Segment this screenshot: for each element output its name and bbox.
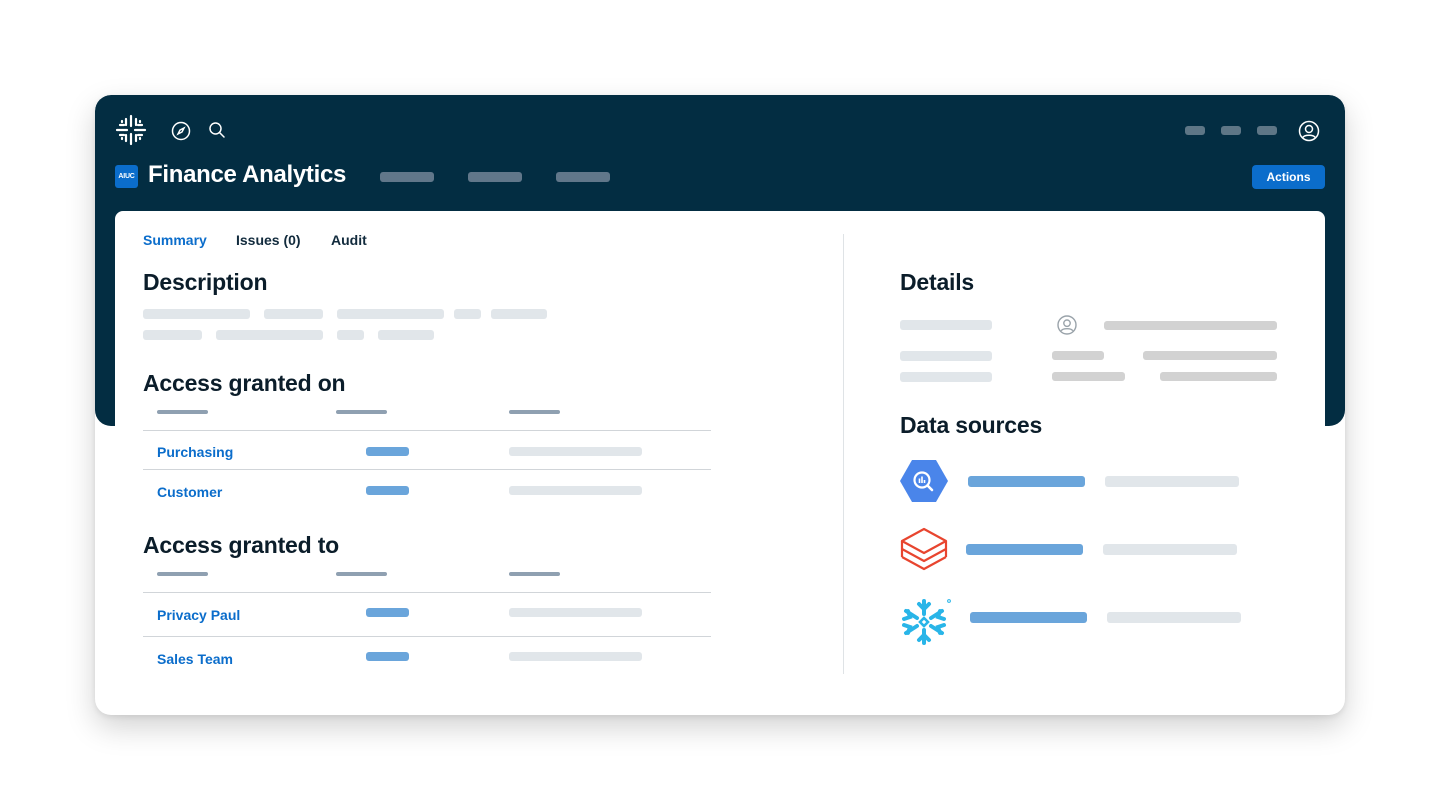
cell-placeholder bbox=[509, 447, 642, 456]
actions-button[interactable]: Actions bbox=[1252, 165, 1325, 189]
data-source-name-placeholder[interactable] bbox=[970, 612, 1087, 623]
details-value-placeholder bbox=[1143, 351, 1277, 360]
column-header-placeholder bbox=[157, 410, 208, 414]
description-text-placeholder bbox=[216, 330, 323, 340]
description-heading: Description bbox=[143, 269, 268, 295]
description-text-placeholder bbox=[491, 309, 547, 319]
description-text-placeholder bbox=[337, 309, 444, 319]
logo-icon[interactable] bbox=[115, 114, 147, 146]
app-badge: AIUC bbox=[115, 165, 138, 188]
topbar-placeholder-1[interactable] bbox=[1185, 126, 1205, 135]
column-header-placeholder bbox=[509, 410, 560, 414]
nav-item-3[interactable] bbox=[556, 172, 610, 182]
description-text-placeholder bbox=[143, 309, 250, 319]
tab-summary[interactable]: Summary bbox=[143, 232, 207, 248]
description-text-placeholder bbox=[454, 309, 481, 319]
details-label-placeholder bbox=[900, 351, 992, 361]
nav-item-1[interactable] bbox=[380, 172, 434, 182]
access-on-row-purchasing[interactable]: Purchasing bbox=[157, 444, 233, 460]
data-sources-heading: Data sources bbox=[900, 412, 1043, 438]
cell-placeholder bbox=[366, 486, 409, 495]
details-heading: Details bbox=[900, 269, 975, 295]
column-header-placeholder bbox=[157, 572, 208, 576]
topbar-placeholder-3[interactable] bbox=[1257, 126, 1277, 135]
description-text-placeholder bbox=[337, 330, 364, 340]
table-divider bbox=[143, 636, 711, 637]
data-source-name-placeholder[interactable] bbox=[968, 476, 1085, 487]
tab-issues[interactable]: Issues (0) bbox=[236, 232, 301, 248]
nav-item-2[interactable] bbox=[468, 172, 522, 182]
description-text-placeholder bbox=[378, 330, 434, 340]
details-value-placeholder bbox=[1160, 372, 1277, 381]
access-on-row-customer[interactable]: Customer bbox=[157, 484, 222, 500]
description-text-placeholder bbox=[143, 330, 202, 340]
details-value-placeholder bbox=[1052, 351, 1104, 360]
column-header-placeholder bbox=[509, 572, 560, 576]
cell-placeholder bbox=[509, 608, 642, 617]
table-divider bbox=[143, 469, 711, 470]
page-title: Finance Analytics bbox=[148, 161, 347, 188]
cell-placeholder bbox=[509, 486, 642, 495]
topbar-placeholder-2[interactable] bbox=[1221, 126, 1241, 135]
data-source-name-placeholder[interactable] bbox=[966, 544, 1083, 555]
column-divider bbox=[843, 234, 844, 674]
access-granted-to-heading: Access granted to bbox=[143, 532, 339, 558]
details-value-placeholder bbox=[1104, 321, 1277, 330]
details-label-placeholder bbox=[900, 372, 992, 382]
data-source-detail-placeholder bbox=[1105, 476, 1239, 487]
content-card: Summary Issues (0) Audit Description Acc… bbox=[115, 211, 1325, 715]
search-icon[interactable] bbox=[208, 121, 226, 139]
details-value-placeholder bbox=[1052, 372, 1125, 381]
data-source-detail-placeholder bbox=[1103, 544, 1237, 555]
app-window: AIUC Finance Analytics Actions Summary I… bbox=[95, 95, 1345, 715]
cell-placeholder bbox=[366, 652, 409, 661]
table-divider bbox=[143, 592, 711, 593]
compass-icon[interactable] bbox=[171, 121, 191, 141]
cell-placeholder bbox=[509, 652, 642, 661]
cell-placeholder bbox=[366, 608, 409, 617]
description-text-placeholder bbox=[264, 309, 323, 319]
column-header-placeholder bbox=[336, 572, 387, 576]
access-to-row-privacy-paul[interactable]: Privacy Paul bbox=[157, 607, 240, 623]
snowflake-icon[interactable] bbox=[900, 597, 952, 647]
details-label-placeholder bbox=[900, 320, 992, 330]
bigquery-icon[interactable] bbox=[900, 459, 948, 503]
column-header-placeholder bbox=[336, 410, 387, 414]
owner-avatar-icon bbox=[1057, 315, 1077, 335]
databricks-icon[interactable] bbox=[900, 527, 948, 575]
tab-audit[interactable]: Audit bbox=[331, 232, 367, 248]
access-to-row-sales-team[interactable]: Sales Team bbox=[157, 651, 233, 667]
cell-placeholder bbox=[366, 447, 409, 456]
table-divider bbox=[143, 430, 711, 431]
access-granted-on-heading: Access granted on bbox=[143, 370, 346, 396]
data-source-detail-placeholder bbox=[1107, 612, 1241, 623]
user-account-icon[interactable] bbox=[1298, 120, 1320, 142]
